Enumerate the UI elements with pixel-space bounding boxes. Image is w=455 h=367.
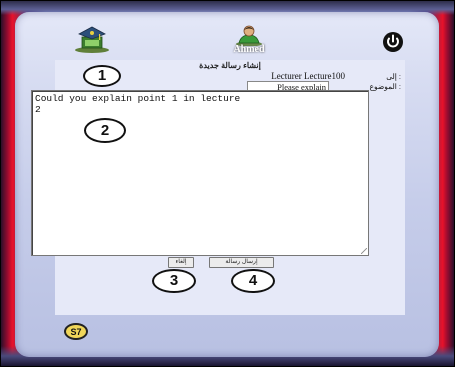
recipient-value: Lecturer Lecture100 [271,71,345,81]
message-body-textarea[interactable]: Could you explain point 1 in lecture 2 [31,90,369,256]
page-badge: S7 [64,323,88,340]
cancel-button[interactable]: إلغاء [168,257,194,268]
send-message-button[interactable]: إرسال رسالة [209,257,274,268]
callout-4: 4 [231,269,275,293]
to-label: إلى : [386,72,401,81]
power-icon[interactable] [382,31,404,53]
callout-3: 3 [152,269,196,293]
callout-1: 1 [83,65,121,87]
callout-2: 2 [84,118,126,143]
message-body-text: Could you explain point 1 in lecture 2 [35,93,241,115]
device-frame: Ahmed إنشاء رسالة جديدة إلى : Lecturer L… [0,0,455,367]
resize-grip-icon[interactable] [361,248,367,254]
graduation-cap-logo-icon [73,22,111,54]
header-bar: Ahmed [15,12,439,58]
user-name-label: Ahmed [233,44,265,55]
user-avatar-icon[interactable] [235,24,263,47]
